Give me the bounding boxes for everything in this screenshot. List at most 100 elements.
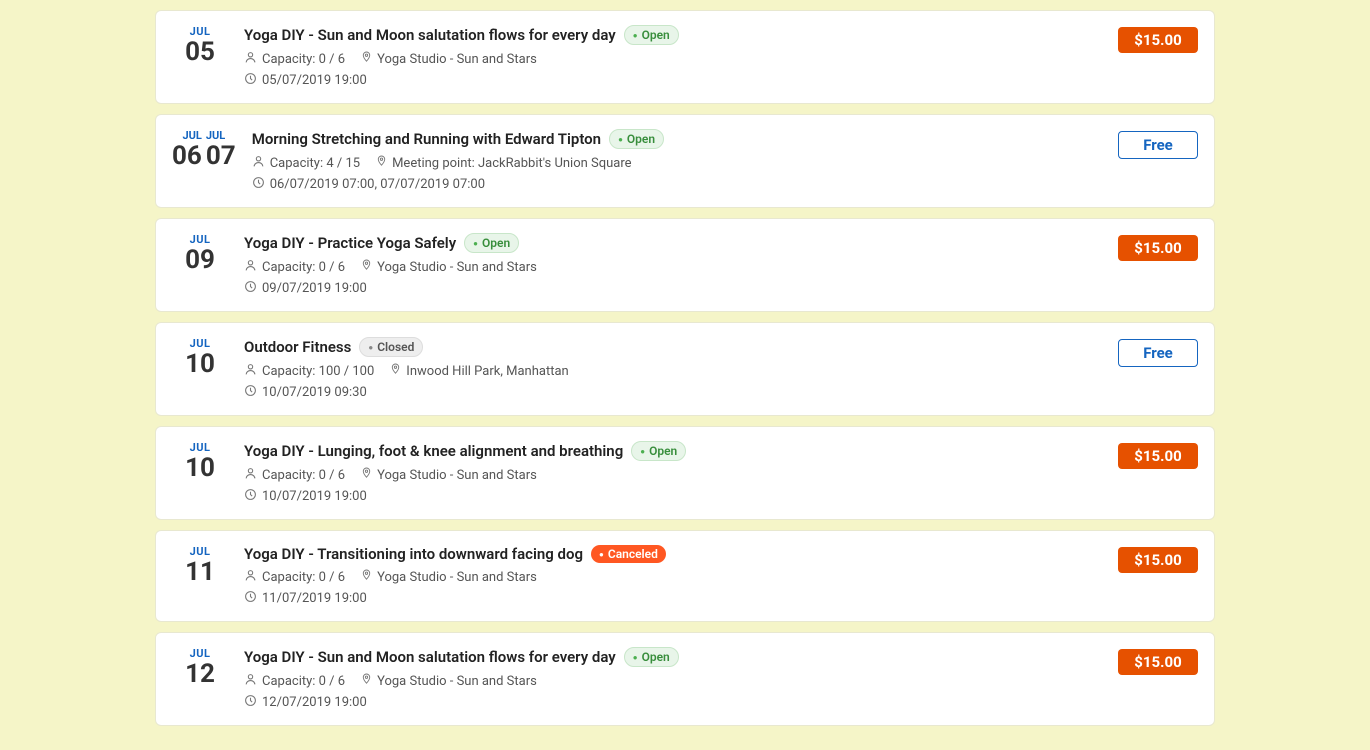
price-badge[interactable]: $15.00 <box>1118 443 1198 469</box>
location-text: Yoga Studio - Sun and Stars <box>377 260 537 275</box>
location-icon <box>361 467 372 484</box>
price-badge[interactable]: $15.00 <box>1118 235 1198 261</box>
event-card[interactable]: JUL 11 Yoga DIY - Transitioning into dow… <box>155 530 1215 622</box>
status-badge: Open <box>624 25 679 45</box>
time-row: 11/07/2019 19:00 <box>244 590 1102 607</box>
event-title[interactable]: Yoga DIY - Practice Yoga Safely <box>244 234 456 252</box>
price-area: $15.00 <box>1118 25 1198 53</box>
title-row: Yoga DIY - Practice Yoga Safely Open <box>244 233 1102 253</box>
event-title[interactable]: Yoga DIY - Lunging, foot & knee alignmen… <box>244 442 623 460</box>
capacity-text: Capacity: 0 / 6 <box>262 570 345 585</box>
capacity-item: Capacity: 0 / 6 <box>244 569 345 586</box>
location-icon <box>361 673 372 690</box>
datetime-text: 05/07/2019 19:00 <box>262 73 367 88</box>
price-area: $15.00 <box>1118 545 1198 573</box>
location-text: Yoga Studio - Sun and Stars <box>377 52 537 67</box>
datetime-text: 11/07/2019 19:00 <box>262 591 367 606</box>
capacity-item: Capacity: 0 / 6 <box>244 51 345 68</box>
event-info: Yoga DIY - Transitioning into downward f… <box>244 545 1102 607</box>
location-item: Yoga Studio - Sun and Stars <box>361 259 537 276</box>
event-meta: Capacity: 0 / 6 Yoga Studio - Sun and St… <box>244 467 1102 484</box>
day2-label: 07 <box>206 142 236 171</box>
datetime-text: 10/07/2019 19:00 <box>262 489 367 504</box>
price-area: $15.00 <box>1118 441 1198 469</box>
event-meta: Capacity: 0 / 6 Yoga Studio - Sun and St… <box>244 569 1102 586</box>
price-badge[interactable]: $15.00 <box>1118 27 1198 53</box>
location-item: Yoga Studio - Sun and Stars <box>361 51 537 68</box>
clock-icon <box>244 384 257 401</box>
time-row: 12/07/2019 19:00 <box>244 694 1102 711</box>
title-row: Yoga DIY - Transitioning into downward f… <box>244 545 1102 563</box>
price-badge[interactable]: $15.00 <box>1118 547 1198 573</box>
location-icon <box>390 363 401 380</box>
day-label: 10 <box>185 454 215 483</box>
location-icon <box>361 51 372 68</box>
status-badge: Open <box>624 647 679 667</box>
person-icon <box>244 259 257 276</box>
status-badge: Open <box>464 233 519 253</box>
location-item: Yoga Studio - Sun and Stars <box>361 467 537 484</box>
location-text: Meeting point: JackRabbit's Union Square <box>392 156 631 171</box>
title-row: Outdoor Fitness Closed <box>244 337 1102 357</box>
event-card[interactable]: JUL 10 Outdoor Fitness Closed Capacity: … <box>155 322 1215 416</box>
title-row: Yoga DIY - Sun and Moon salutation flows… <box>244 25 1102 45</box>
event-meta: Capacity: 4 / 15 Meeting point: JackRabb… <box>252 155 1102 172</box>
date-badge: JUL 11 <box>172 545 228 587</box>
price-badge[interactable]: Free <box>1118 131 1198 159</box>
location-text: Inwood Hill Park, Manhattan <box>406 364 568 379</box>
price-badge[interactable]: Free <box>1118 339 1198 367</box>
datetime-text: 10/07/2019 09:30 <box>262 385 367 400</box>
location-icon <box>361 569 372 586</box>
location-icon <box>361 259 372 276</box>
status-badge: Open <box>631 441 686 461</box>
date-badge: JUL 12 <box>172 647 228 689</box>
location-icon <box>376 155 387 172</box>
title-row: Yoga DIY - Lunging, foot & knee alignmen… <box>244 441 1102 461</box>
event-card[interactable]: JUL JUL 06 07 Morning Stretching and Run… <box>155 114 1215 208</box>
capacity-item: Capacity: 0 / 6 <box>244 259 345 276</box>
event-title[interactable]: Yoga DIY - Transitioning into downward f… <box>244 545 583 563</box>
capacity-text: Capacity: 100 / 100 <box>262 364 374 379</box>
time-row: 10/07/2019 19:00 <box>244 488 1102 505</box>
datetime-text: 09/07/2019 19:00 <box>262 281 367 296</box>
event-card[interactable]: JUL 05 Yoga DIY - Sun and Moon salutatio… <box>155 10 1215 104</box>
title-row: Morning Stretching and Running with Edwa… <box>252 129 1102 149</box>
location-text: Yoga Studio - Sun and Stars <box>377 570 537 585</box>
event-title[interactable]: Yoga DIY - Sun and Moon salutation flows… <box>244 648 616 666</box>
datetime-text: 12/07/2019 19:00 <box>262 695 367 710</box>
price-badge[interactable]: $15.00 <box>1118 649 1198 675</box>
time-row: 05/07/2019 19:00 <box>244 72 1102 89</box>
location-item: Yoga Studio - Sun and Stars <box>361 569 537 586</box>
status-badge: Closed <box>359 337 423 357</box>
event-info: Yoga DIY - Practice Yoga Safely Open Cap… <box>244 233 1102 297</box>
event-card[interactable]: JUL 09 Yoga DIY - Practice Yoga Safely O… <box>155 218 1215 312</box>
location-text: Yoga Studio - Sun and Stars <box>377 674 537 689</box>
title-row: Yoga DIY - Sun and Moon salutation flows… <box>244 647 1102 667</box>
time-row: 10/07/2019 09:30 <box>244 384 1102 401</box>
event-card[interactable]: JUL 10 Yoga DIY - Lunging, foot & knee a… <box>155 426 1215 520</box>
day-label: 12 <box>185 660 215 689</box>
time-row: 09/07/2019 19:00 <box>244 280 1102 297</box>
day-label: 11 <box>185 558 215 587</box>
day-label: 05 <box>185 38 215 67</box>
date-badge: JUL 05 <box>172 25 228 67</box>
event-card[interactable]: JUL 12 Yoga DIY - Sun and Moon salutatio… <box>155 632 1215 726</box>
location-item: Meeting point: JackRabbit's Union Square <box>376 155 631 172</box>
capacity-text: Capacity: 0 / 6 <box>262 674 345 689</box>
event-info: Yoga DIY - Lunging, foot & knee alignmen… <box>244 441 1102 505</box>
event-title[interactable]: Outdoor Fitness <box>244 338 351 356</box>
price-area: Free <box>1118 129 1198 159</box>
clock-icon <box>244 694 257 711</box>
location-text: Yoga Studio - Sun and Stars <box>377 468 537 483</box>
event-title[interactable]: Yoga DIY - Sun and Moon salutation flows… <box>244 26 616 44</box>
event-info: Yoga DIY - Sun and Moon salutation flows… <box>244 25 1102 89</box>
capacity-item: Capacity: 100 / 100 <box>244 363 374 380</box>
price-area: $15.00 <box>1118 233 1198 261</box>
person-icon <box>244 51 257 68</box>
event-title[interactable]: Morning Stretching and Running with Edwa… <box>252 130 601 148</box>
event-list: JUL 05 Yoga DIY - Sun and Moon salutatio… <box>135 0 1235 746</box>
price-area: Free <box>1118 337 1198 367</box>
day-label: 09 <box>185 246 215 275</box>
person-icon <box>244 569 257 586</box>
event-info: Yoga DIY - Sun and Moon salutation flows… <box>244 647 1102 711</box>
